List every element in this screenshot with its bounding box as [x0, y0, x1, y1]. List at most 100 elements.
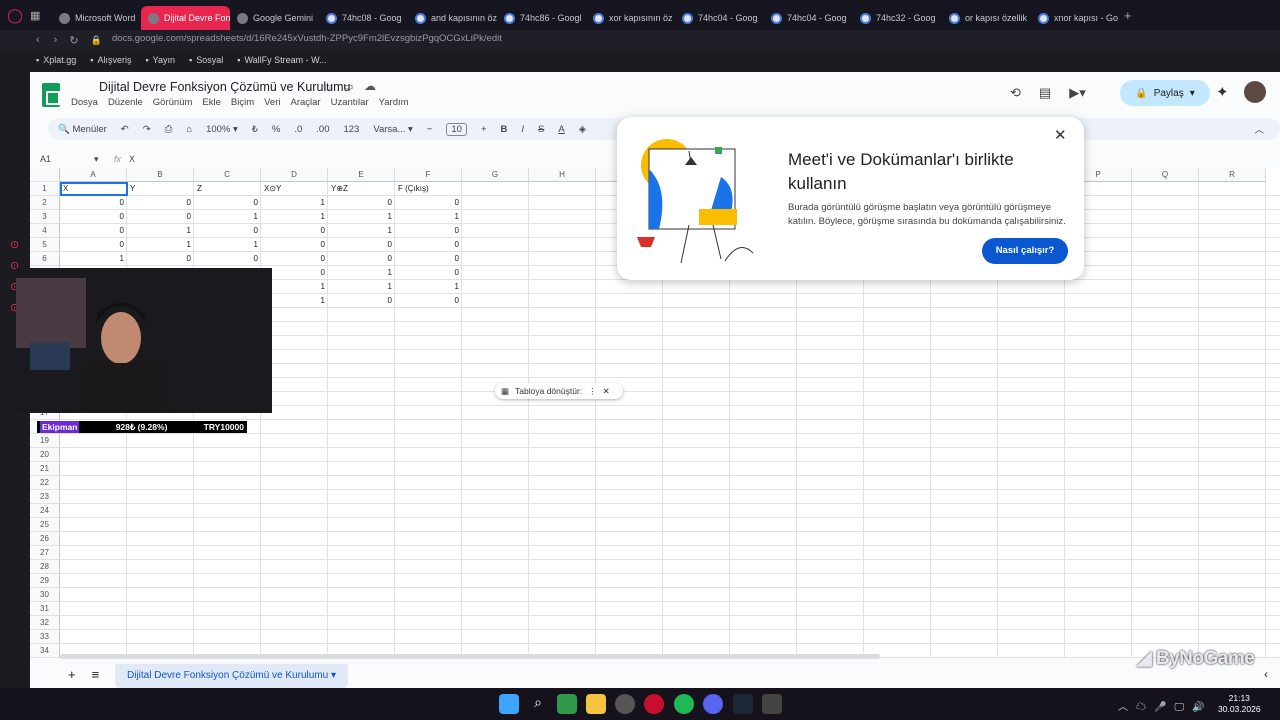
row-header[interactable]: 25 [30, 518, 60, 532]
tab-grid-icon[interactable]: ▦ [30, 9, 52, 22]
row-header[interactable]: 20 [30, 448, 60, 462]
menu-item[interactable]: Biçim [231, 97, 254, 108]
reload-icon[interactable]: ↻ [69, 34, 78, 47]
name-box[interactable]: A1 [40, 154, 94, 164]
table-cell[interactable]: 1 [194, 210, 261, 224]
table-cell[interactable]: 0 [261, 224, 328, 238]
all-sheets-icon[interactable]: ≡ [92, 667, 100, 682]
table-cell[interactable]: 0 [395, 238, 462, 252]
browser-tab[interactable]: 74hc86 - Googl [497, 6, 586, 30]
forward-icon[interactable]: › [54, 34, 58, 46]
menu-item[interactable]: Uzantılar [331, 97, 369, 108]
browser-tab[interactable]: 74hc08 - Goog [319, 6, 408, 30]
sheets-logo-icon[interactable] [42, 83, 60, 107]
row-header[interactable]: 34 [30, 644, 60, 658]
bookmark-item[interactable]: ▪ WallFy Stream - W... [237, 55, 326, 65]
select-all-corner[interactable] [30, 168, 60, 182]
row-header[interactable]: 29 [30, 574, 60, 588]
chevron-down-icon[interactable]: ▾ [1190, 88, 1195, 99]
row-header[interactable]: 26 [30, 532, 60, 546]
table-cell[interactable]: 0 [60, 224, 127, 238]
table-cell[interactable]: 0 [328, 196, 395, 210]
row-header[interactable]: 31 [30, 602, 60, 616]
table-cell[interactable]: 0 [395, 196, 462, 210]
row-header[interactable]: 33 [30, 630, 60, 644]
table-cell[interactable]: 0 [127, 196, 194, 210]
column-header[interactable]: C [194, 168, 261, 182]
table-cell[interactable]: 0 [328, 294, 395, 308]
table-cell[interactable]: 0 [60, 196, 127, 210]
font-size-increase[interactable]: + [481, 124, 487, 135]
collapse-toolbar-icon[interactable]: ︿ [1254, 122, 1264, 136]
table-cell[interactable]: 1 [261, 210, 328, 224]
currency-button[interactable]: ₺ [252, 124, 258, 135]
menu-item[interactable]: Veri [264, 97, 280, 108]
column-header[interactable]: F [395, 168, 462, 182]
browser-tab[interactable]: 74hc04 - Goog [675, 6, 764, 30]
row-header[interactable]: 3 [30, 210, 60, 224]
column-header[interactable]: A [60, 168, 127, 182]
print-icon[interactable]: ⎙ [165, 124, 173, 135]
column-header[interactable]: B [127, 168, 194, 182]
close-icon[interactable]: ✕ [603, 386, 610, 397]
system-clock[interactable]: 21:13 30.03.2026 [1218, 693, 1261, 715]
bold-button[interactable]: B [501, 124, 508, 135]
header-cell[interactable]: Y [127, 182, 194, 196]
folder-icon[interactable]: ▭ [343, 80, 353, 93]
increase-decimal-button[interactable]: .00 [316, 124, 329, 135]
menu-item[interactable]: Ekle [202, 97, 220, 108]
back-icon[interactable]: ‹ [36, 34, 40, 46]
row-header[interactable]: 22 [30, 476, 60, 490]
chevron-down-icon[interactable]: ▾ [94, 154, 114, 165]
steam-icon[interactable] [733, 694, 753, 714]
menu-item[interactable]: Düzenle [108, 97, 143, 108]
browser-tab[interactable]: xor kapısının öz [586, 6, 675, 30]
header-cell[interactable]: F (Çıkış) [395, 182, 462, 196]
comments-icon[interactable]: ▤ [1039, 85, 1051, 101]
table-cell[interactable]: 1 [328, 210, 395, 224]
table-cell[interactable]: 0 [194, 224, 261, 238]
row-header[interactable]: 28 [30, 560, 60, 574]
row-header[interactable]: 30 [30, 588, 60, 602]
table-cell[interactable]: 1 [328, 280, 395, 294]
row-header[interactable]: 21 [30, 462, 60, 476]
collapse-sidebar-icon[interactable]: ‹ [1264, 667, 1268, 681]
paint-format-icon[interactable]: ⌂ [186, 124, 192, 135]
table-cell[interactable]: 0 [194, 252, 261, 266]
opera-icon[interactable] [644, 694, 664, 714]
document-title[interactable]: Dijital Devre Fonksiyon Çözümü ve Kurulu… [99, 80, 350, 94]
row-header[interactable]: 6 [30, 252, 60, 266]
table-cell[interactable]: 1 [328, 266, 395, 280]
table-cell[interactable]: 0 [395, 294, 462, 308]
decrease-decimal-button[interactable]: .0 [294, 124, 302, 135]
fill-color-icon[interactable]: ◈ [579, 124, 586, 135]
add-sheet-button[interactable]: + [68, 667, 76, 682]
table-cell[interactable]: 0 [60, 210, 127, 224]
browser-tab[interactable]: xnor kapısı - Go [1031, 6, 1120, 30]
opera-icon[interactable]: ◯ [0, 7, 30, 24]
cloud-icon[interactable]: ☁ [364, 79, 376, 93]
strikethrough-button[interactable]: S [538, 124, 544, 135]
table-cell[interactable]: 1 [194, 238, 261, 252]
table-cell[interactable]: 1 [127, 238, 194, 252]
how-it-works-button[interactable]: Nasıl çalışır? [982, 238, 1068, 264]
table-cell[interactable]: 0 [60, 238, 127, 252]
selected-cell[interactable] [60, 182, 128, 196]
browser-tab[interactable]: or kapısı özellik [942, 6, 1031, 30]
table-cell[interactable]: 1 [395, 210, 462, 224]
history-icon[interactable]: ⟲ [1010, 85, 1021, 101]
table-cell[interactable]: 1 [127, 224, 194, 238]
close-icon[interactable]: ✕ [1054, 126, 1067, 144]
column-header[interactable]: E [328, 168, 395, 182]
table-cell[interactable]: 1 [328, 224, 395, 238]
column-header[interactable]: Q [1132, 168, 1199, 182]
table-cell[interactable]: 0 [194, 196, 261, 210]
more-formats-button[interactable]: 123 [343, 124, 359, 135]
row-header[interactable]: 4 [30, 224, 60, 238]
row-header[interactable]: 32 [30, 616, 60, 630]
column-header[interactable]: G [462, 168, 529, 182]
horizontal-scrollbar[interactable] [60, 654, 880, 659]
row-header[interactable]: 19 [30, 434, 60, 448]
bookmark-item[interactable]: ▪ Yayın [145, 55, 175, 65]
menu-item[interactable]: Görünüm [153, 97, 193, 108]
